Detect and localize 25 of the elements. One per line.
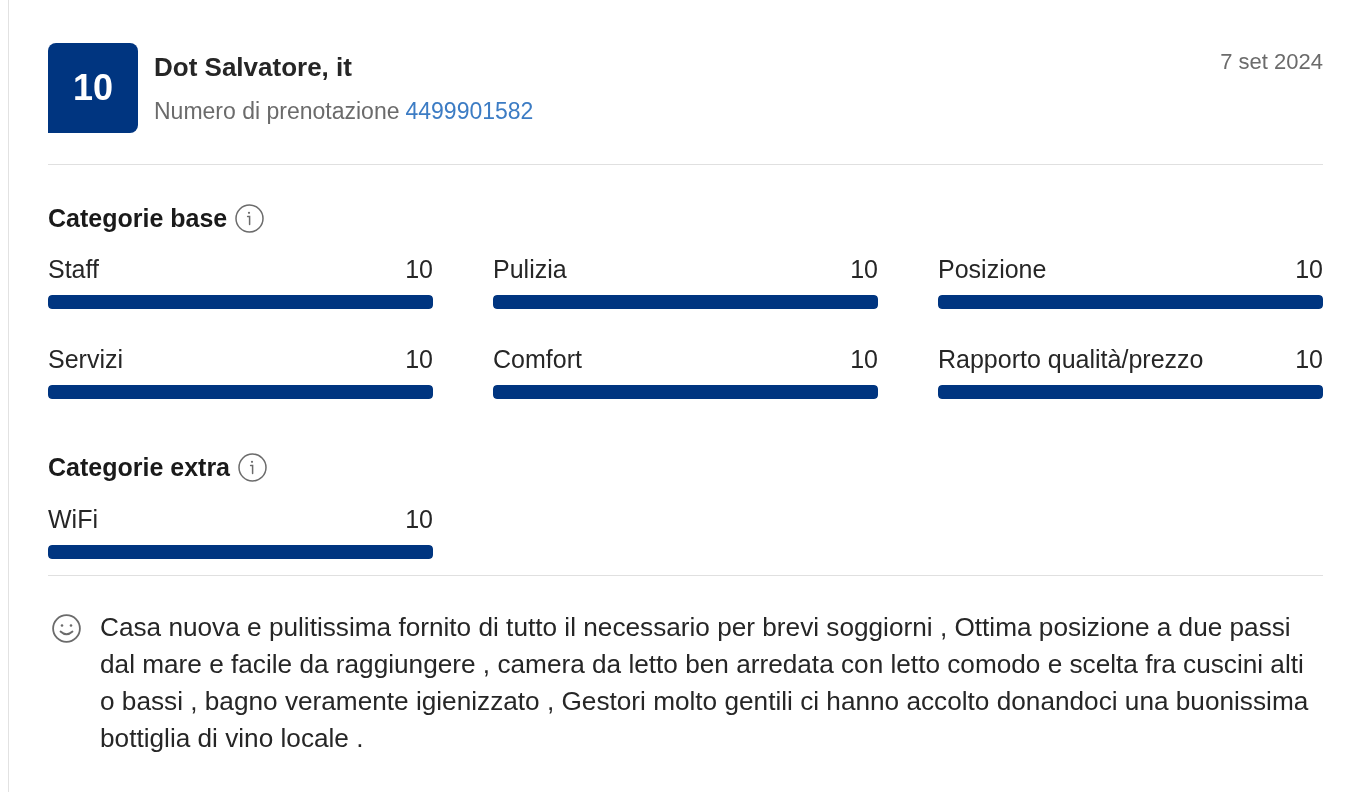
category-score: 10 [850, 345, 878, 373]
reviewer-name: Dot Salvatore, it [154, 52, 353, 83]
review-comment: Casa nuova e pulitissima fornito di tutto il necessario per brevi soggiorni , Ottima posizione a due passi dal mare e facile da raggiungere , camera da letto ben arredata con letto comodo e scelta fra cuscini alti o bassi , bagno veramente igienizzato , Gestori molto gentili ci hanno accolto donandoci una buonissima bottiglia di vino locale . [100, 611, 1310, 755]
category-score: 10 [405, 255, 433, 283]
category-score: 10 [405, 345, 433, 373]
category-name: Posizione [938, 255, 1047, 283]
category-score: 10 [850, 255, 878, 283]
category-name: Rapporto qualità/prezzo [938, 345, 1204, 373]
category-score: 10 [1295, 345, 1323, 373]
review-date: 7 set 2024 [1220, 49, 1323, 75]
category-name: Staff [48, 255, 99, 283]
section-heading: Categorie extra [48, 453, 231, 481]
section-heading: Categorie base [48, 204, 228, 232]
category-name: Pulizia [493, 255, 567, 283]
smiley-icon [52, 614, 81, 643]
info-icon[interactable] [238, 452, 268, 482]
category-name: Comfort [493, 345, 582, 373]
score-badge: 10 [48, 43, 138, 133]
category-score: 10 [1295, 255, 1323, 283]
category-name: Servizi [48, 345, 123, 373]
category-score: 10 [405, 505, 433, 533]
category-name: WiFi [48, 505, 98, 533]
booking-number-link[interactable]: 4499901582 [405, 98, 534, 124]
info-icon[interactable] [235, 203, 265, 233]
booking-number-label: Numero di prenotazione [154, 98, 400, 124]
